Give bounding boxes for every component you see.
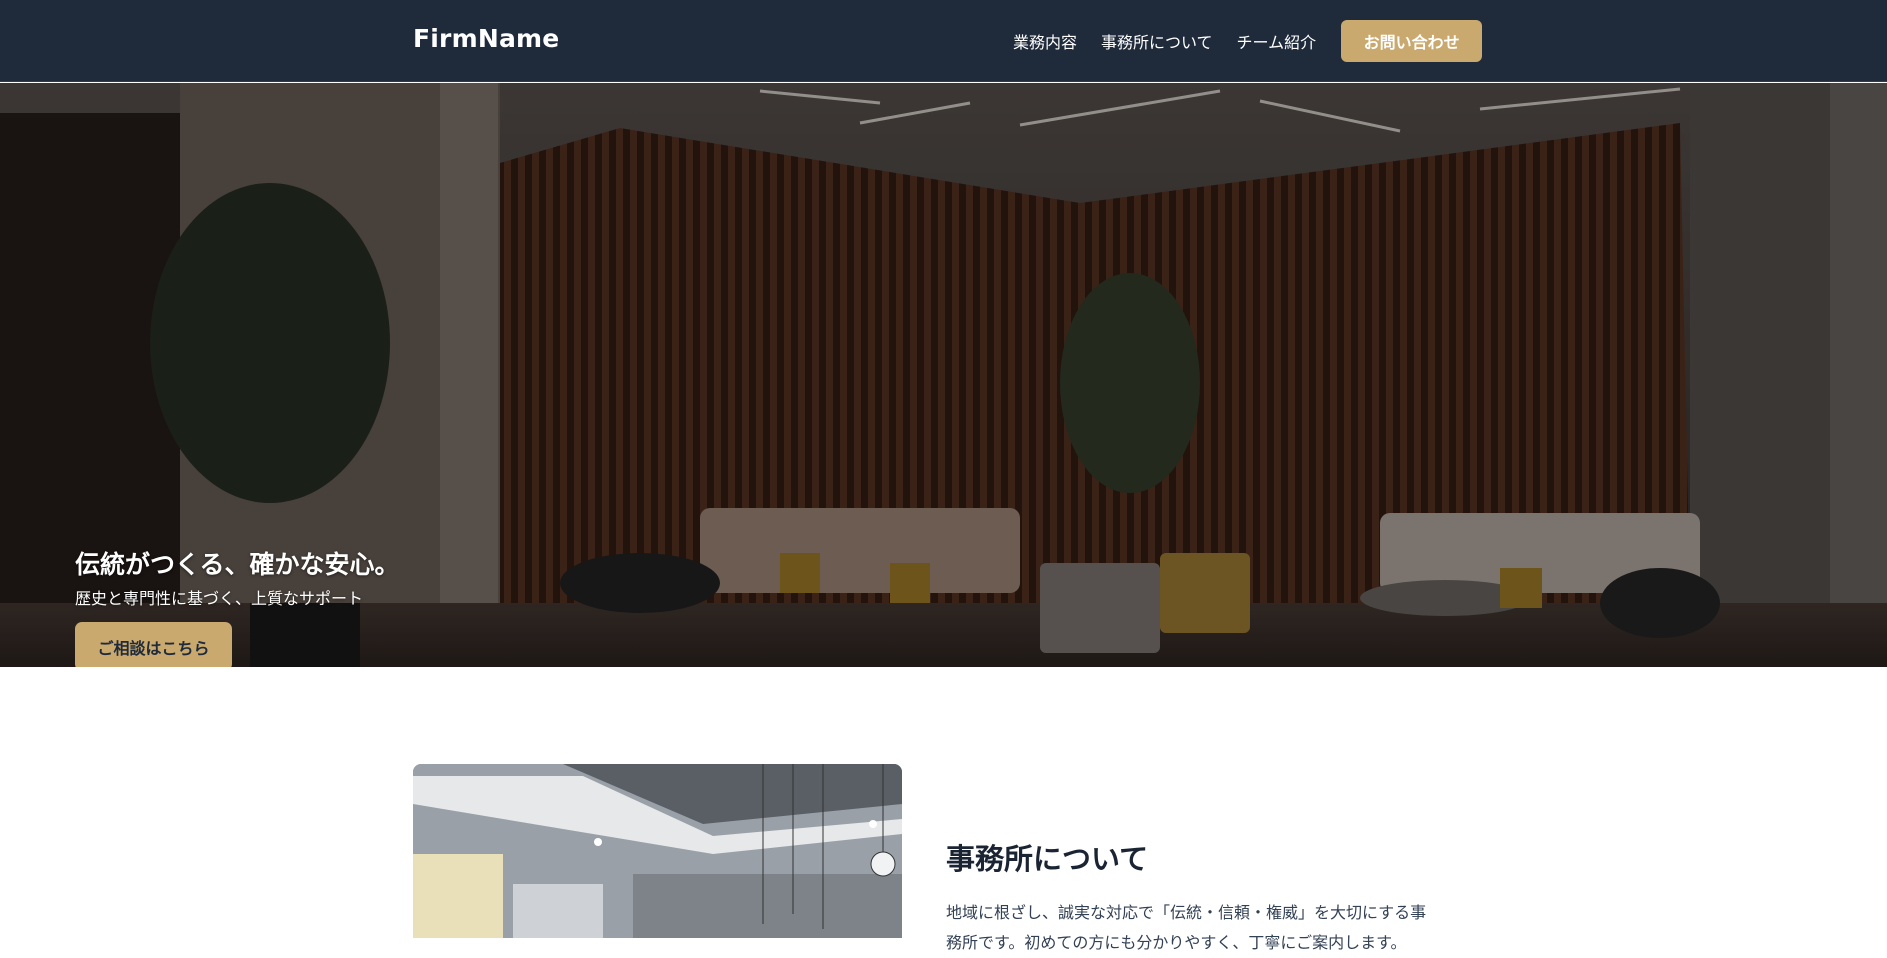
office-photo [413, 764, 902, 938]
about-title: 事務所について [946, 842, 1149, 876]
nav-link-services[interactable]: 業務内容 [1013, 29, 1077, 53]
office-image [413, 764, 902, 938]
contact-button[interactable]: お問い合わせ [1341, 20, 1483, 62]
brand-logo[interactable]: FirmName [413, 24, 559, 53]
about-text: 地域に根ざし、誠実な対応で「伝統・信頼・権威」を大切にする事務所です。初めての方… [946, 903, 1427, 952]
nav-link-about[interactable]: 事務所について [1101, 29, 1213, 53]
consultation-button[interactable]: ご相談はこちら [75, 622, 232, 667]
site-header: FirmName 業務内容 事務所について チーム紹介 お問い合わせ [0, 0, 1887, 82]
hero-section: 伝統がつくる、確かな安心。 歴史と専門性に基づく、上質なサポート ご相談はこちら [0, 83, 1887, 667]
nav-link-team[interactable]: チーム紹介 [1237, 29, 1317, 53]
hero-title: 伝統がつくる、確かな安心。 [75, 550, 400, 579]
main-nav: 業務内容 事務所について チーム紹介 お問い合わせ [1013, 0, 1483, 82]
hero-subtitle: 歴史と専門性に基づく、上質なサポート [75, 589, 364, 608]
